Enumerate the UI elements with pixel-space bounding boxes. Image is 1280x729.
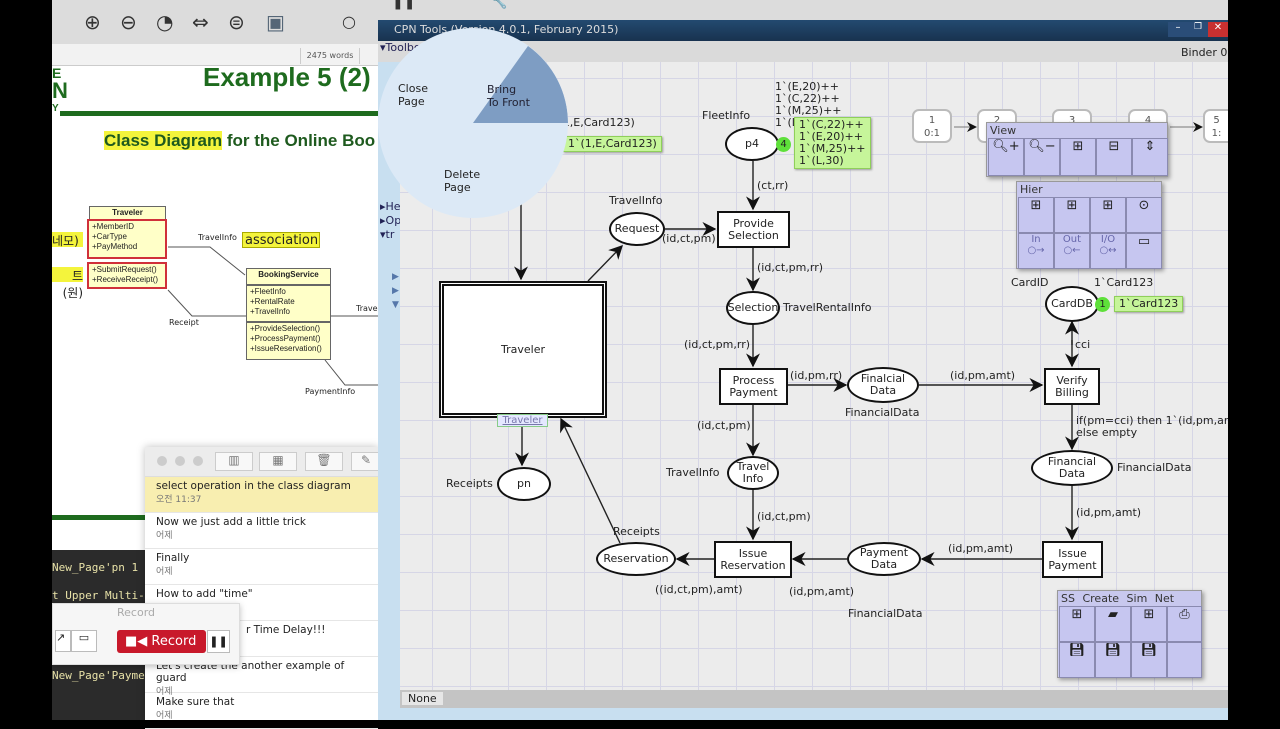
net-palette: SS Create Sim Net ⊞ ▰ ⊞ ⎙ 💾︎ 💾︎ 💾︎: [1057, 590, 1202, 678]
place-type-travelrentalinfo: TravelRentalInfo: [783, 301, 872, 314]
pie-close-page[interactable]: Close Page: [398, 82, 428, 108]
place-pn[interactable]: pn: [497, 467, 551, 501]
place-type-financialdata: FinancialData: [848, 607, 923, 620]
arc-label: (id,ct,pm,rr): [684, 338, 751, 351]
arc-label: (id,pm,amt): [789, 585, 855, 598]
token-count-p4[interactable]: 4: [776, 137, 791, 152]
replace-by-subpage-icon[interactable]: ⊞: [1054, 197, 1090, 233]
pie-menu: Close Page Bring To Front Delete Page: [378, 28, 568, 218]
zoom-selection-icon[interactable]: ⊟: [1096, 138, 1132, 176]
empty-cell: [1167, 642, 1202, 678]
transition-issue-reservation[interactable]: Issue Reservation: [714, 541, 792, 578]
hier-palette: Hier ⊞ ⊞ ⊞ ⊙ In ○→ Out ○← I/O ○↔ ▭: [1016, 181, 1162, 269]
current-marking-traveler: 1`(1,E,Card123): [563, 136, 662, 152]
place-type-fleetinfo: FleetInfo: [702, 109, 751, 122]
save-net-icon[interactable]: 💾︎: [1059, 642, 1095, 678]
status-text: None: [402, 692, 443, 705]
arc-label: (id,ct,pm): [662, 232, 716, 245]
place-financial-data[interactable]: Financial Data: [1031, 450, 1113, 486]
assign-subpage-icon[interactable]: ⊞: [1090, 197, 1126, 233]
place-carddb[interactable]: CardDB: [1045, 286, 1099, 322]
place-type-receipts: Receipts: [446, 477, 493, 490]
place-p4[interactable]: p4: [725, 127, 779, 161]
place-selection[interactable]: Selection: [726, 291, 780, 325]
pie-delete-page[interactable]: Delete Page: [444, 168, 480, 194]
arc-label: (id,pm,rr): [790, 369, 843, 382]
place-travel-info[interactable]: Travel Info: [727, 456, 779, 490]
transition-verify-billing[interactable]: Verify Billing: [1044, 368, 1100, 405]
place-type-travelinfo: TravelInfo: [666, 466, 720, 479]
io-port-icon[interactable]: I/O ○↔: [1090, 233, 1126, 269]
arc-label: (id,ct,pm): [757, 510, 811, 523]
pie-bring-to-front[interactable]: Bring To Front: [487, 83, 530, 109]
assign-port-socket-icon[interactable]: ⊙: [1126, 197, 1162, 233]
zoom-out-tool-icon[interactable]: 🔍︎−: [1024, 138, 1060, 176]
place-type-financialdata: FinancialData: [1117, 461, 1192, 474]
arc-label: (id,pm,amt): [950, 369, 1016, 382]
new-page-icon[interactable]: ⊞: [1059, 606, 1095, 642]
place-request[interactable]: Request: [609, 212, 665, 246]
close-net-icon[interactable]: ⊞: [1131, 606, 1167, 642]
place-type-cardid: CardID: [1011, 276, 1049, 289]
status-bar: None: [400, 690, 1228, 708]
fusion-set-icon[interactable]: ▭: [1126, 233, 1162, 269]
place-type-travelinfo: TravelInfo: [609, 194, 663, 207]
arc-guard-expression: if(pm=cci) then 1`(id,pm,am else empty: [1076, 415, 1228, 439]
zoom-fit-page-icon[interactable]: ⊞: [1060, 138, 1096, 176]
place-type-receipts: Receipts: [613, 525, 660, 538]
bring-forward-icon[interactable]: ⇕: [1132, 138, 1168, 176]
new-net-icon[interactable]: ▰: [1095, 606, 1131, 642]
current-marking-carddb: 1`Card123: [1114, 296, 1184, 312]
token-count-carddb[interactable]: 1: [1095, 297, 1110, 312]
place-type-financialdata: FinancialData: [845, 406, 920, 419]
arc-label: (ct,rr): [757, 179, 789, 192]
subpage-tag[interactable]: Traveler: [497, 414, 548, 427]
move-to-subpage-icon[interactable]: ⊞: [1018, 197, 1054, 233]
current-marking-p4: 1`(C,22)++ 1`(E,20)++ 1`(M,25)++ 1`(L,30…: [794, 117, 871, 169]
transition-provide-selection[interactable]: Provide Selection: [717, 211, 790, 248]
place-finalcial-data[interactable]: Finalcial Data: [847, 367, 919, 403]
arc-label: (id,ct,pm): [697, 419, 751, 432]
arc-label: (id,pm,amt): [1076, 506, 1142, 519]
arc-label: ((id,ct,pm),amt): [655, 583, 743, 596]
place-payment-data[interactable]: Payment Data: [847, 542, 921, 576]
arc-label: (id,pm,amt): [948, 542, 1014, 555]
page-node[interactable]: 1 0:1: [912, 109, 952, 143]
zoom-in-tool-icon[interactable]: 🔍︎+: [988, 138, 1024, 176]
arc-label: (id,ct,pm,rr): [757, 261, 824, 274]
transition-process-payment[interactable]: Process Payment: [719, 368, 788, 405]
load-net-icon[interactable]: 💾︎: [1095, 642, 1131, 678]
view-palette: View 🔍︎+ 🔍︎− ⊞ ⊟ ⇕: [986, 122, 1168, 177]
print-icon[interactable]: ⎙: [1167, 606, 1202, 642]
transition-issue-payment[interactable]: Issue Payment: [1042, 541, 1103, 578]
place-reservation[interactable]: Reservation: [596, 542, 676, 576]
palette-tabs[interactable]: SS Create Sim Net: [1061, 592, 1174, 605]
substitution-transition-traveler[interactable]: Traveler: [439, 281, 607, 418]
input-port-icon[interactable]: In ○→: [1018, 233, 1054, 269]
output-port-icon[interactable]: Out ○←: [1054, 233, 1090, 269]
save-as-icon[interactable]: 💾︎: [1131, 642, 1167, 678]
arc-label: cci: [1075, 338, 1091, 351]
initial-marking-carddb: 1`Card123: [1094, 276, 1154, 289]
